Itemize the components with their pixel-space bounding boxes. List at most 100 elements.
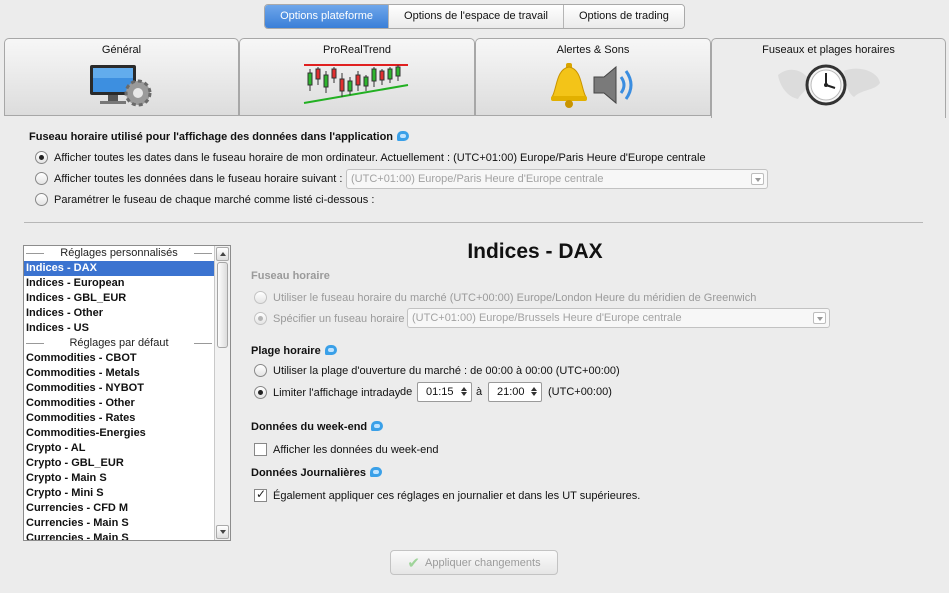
to-label: à bbox=[476, 386, 483, 398]
timezone-option3-label: Paramétrer le fuseau de chaque marché co… bbox=[54, 193, 375, 206]
daily-title-text: Données Journalières bbox=[251, 467, 366, 479]
section-divider bbox=[24, 222, 923, 223]
chevron-down-icon[interactable] bbox=[751, 173, 764, 185]
timezone-option-per-market[interactable]: Paramétrer le fuseau de chaque marché co… bbox=[35, 193, 374, 206]
plage-option-limit[interactable]: Limiter l'affichage intraday bbox=[254, 386, 400, 399]
list-item[interactable]: Indices - DAX bbox=[24, 261, 214, 276]
section-tabs: Général ProRealTrend Alertes & Sons Fuse… bbox=[4, 38, 946, 118]
timezone-option1-label: Afficher toutes les dates dans le fuseau… bbox=[54, 151, 706, 164]
tab-options-plateforme[interactable]: Options plateforme bbox=[265, 5, 389, 28]
list-item[interactable]: Indices - US bbox=[24, 321, 214, 336]
from-time-value: 01:15 bbox=[426, 386, 454, 398]
list-item[interactable]: Commodities-Energies bbox=[24, 426, 214, 441]
info-bubble-icon[interactable] bbox=[324, 345, 337, 355]
weekend-title-text: Données du week-end bbox=[251, 421, 368, 433]
fuseau-option-specify[interactable]: Spécifier un fuseau horaire : bbox=[254, 312, 411, 325]
from-label: de bbox=[400, 386, 413, 398]
tab-general[interactable]: Général bbox=[4, 38, 239, 116]
list-item[interactable]: Indices - GBL_EUR bbox=[24, 291, 214, 306]
scroll-thumb[interactable] bbox=[217, 262, 228, 348]
weekend-option[interactable]: Afficher les données du week-end bbox=[254, 443, 439, 456]
radio-per-market-tz[interactable] bbox=[35, 193, 48, 206]
radio-limit-intraday[interactable] bbox=[254, 386, 267, 399]
stepper-down-icon[interactable] bbox=[460, 391, 469, 399]
info-bubble-icon[interactable] bbox=[397, 131, 410, 141]
fuseau-opt1-label: Utiliser le fuseau horaire du marché (UT… bbox=[273, 291, 757, 304]
info-bubble-icon[interactable] bbox=[371, 421, 384, 431]
monitor-gear-icon bbox=[89, 65, 151, 107]
world-clock-icon bbox=[777, 64, 880, 106]
fuseau-option-market[interactable]: Utiliser le fuseau horaire du marché (UT… bbox=[254, 291, 756, 304]
timezone-option-fixed[interactable]: Afficher toutes les données dans le fuse… bbox=[35, 172, 342, 185]
plage-title-text: Plage horaire bbox=[251, 345, 321, 357]
timezone-title-text: Fuseau horaire utilisé pour l'affichage … bbox=[29, 131, 394, 143]
list-item[interactable]: Commodities - NYBOT bbox=[24, 381, 214, 396]
list-item[interactable]: Commodities - Rates bbox=[24, 411, 214, 426]
market-title: Indices - DAX bbox=[467, 240, 603, 263]
weekend-check-label: Afficher les données du week-end bbox=[273, 443, 439, 456]
timezone-option-computer[interactable]: Afficher toutes les dates dans le fuseau… bbox=[35, 151, 706, 164]
market-timezone-value: (UTC+01:00) Europe/Brussels Heure d'Euro… bbox=[412, 312, 682, 324]
weekend-checkbox[interactable] bbox=[254, 443, 267, 456]
market-list[interactable]: Réglages personnalisés Indices - DAX Ind… bbox=[23, 245, 231, 541]
to-time-stepper[interactable]: 21:00 bbox=[488, 382, 542, 402]
apply-changes-button[interactable]: ✔ Appliquer changements bbox=[390, 550, 558, 575]
info-bubble-icon[interactable] bbox=[369, 467, 382, 477]
fuseau-opt2-label: Spécifier un fuseau horaire : bbox=[273, 312, 411, 325]
bell-speaker-icon bbox=[551, 63, 633, 108]
radio-market-tz[interactable] bbox=[254, 291, 267, 304]
trend-chart-icon bbox=[303, 64, 409, 104]
checkmark-icon: ✔ bbox=[407, 554, 420, 572]
daily-checkbox[interactable] bbox=[254, 487, 267, 502]
radio-market-hours[interactable] bbox=[254, 364, 267, 377]
list-item[interactable]: Currencies - Main S bbox=[24, 531, 214, 540]
scroll-up-icon[interactable] bbox=[216, 247, 229, 261]
fixed-timezone-select[interactable]: (UTC+01:00) Europe/Paris Heure d'Europe … bbox=[346, 169, 768, 189]
list-item[interactable]: Currencies - CFD M bbox=[24, 501, 214, 516]
list-item[interactable]: Crypto - GBL_EUR bbox=[24, 456, 214, 471]
radio-computer-tz[interactable] bbox=[35, 151, 48, 164]
tab-fuseaux-label: Fuseaux et plages horaires bbox=[762, 44, 895, 56]
weekend-section-title: Données du week-end bbox=[251, 421, 384, 433]
radio-specify-tz[interactable] bbox=[254, 312, 267, 325]
list-group-custom: Réglages personnalisés bbox=[24, 246, 214, 261]
daily-section-title: Données Journalières bbox=[251, 467, 382, 479]
tab-alertes-sons[interactable]: Alertes & Sons bbox=[475, 38, 711, 116]
tab-prorealtrend[interactable]: ProRealTrend bbox=[239, 38, 475, 116]
market-timezone-select[interactable]: (UTC+01:00) Europe/Brussels Heure d'Euro… bbox=[407, 308, 830, 328]
tab-general-label: Général bbox=[101, 44, 142, 56]
list-item[interactable]: Currencies - Main S bbox=[24, 516, 214, 531]
plage-opt2-label: Limiter l'affichage intraday bbox=[273, 386, 401, 399]
timezone-section-title: Fuseau horaire utilisé pour l'affichage … bbox=[29, 131, 410, 143]
daily-option[interactable]: Également appliquer ces réglages en jour… bbox=[254, 487, 640, 502]
list-item[interactable]: Commodities - CBOT bbox=[24, 351, 214, 366]
time-tz-suffix: (UTC+00:00) bbox=[548, 386, 612, 398]
from-time-stepper[interactable]: 01:15 bbox=[417, 382, 472, 402]
tab-fuseaux-plages[interactable]: Fuseaux et plages horaires bbox=[711, 38, 946, 118]
tab-prorealtrend-label: ProRealTrend bbox=[322, 44, 392, 56]
tab-alertes-sons-label: Alertes & Sons bbox=[556, 44, 630, 56]
top-tab-bar: Options plateforme Options de l'espace d… bbox=[0, 4, 949, 29]
to-time-value: 21:00 bbox=[497, 386, 525, 398]
scroll-down-icon[interactable] bbox=[216, 525, 229, 539]
list-item[interactable]: Crypto - Mini S bbox=[24, 486, 214, 501]
list-item[interactable]: Commodities - Other bbox=[24, 396, 214, 411]
apply-label: Appliquer changements bbox=[425, 556, 541, 569]
list-item[interactable]: Indices - European bbox=[24, 276, 214, 291]
fuseau-section-title: Fuseau horaire bbox=[251, 270, 330, 282]
tab-options-espace-travail[interactable]: Options de l'espace de travail bbox=[388, 5, 563, 28]
plage-option-market[interactable]: Utiliser la plage d'ouverture du marché … bbox=[254, 364, 620, 377]
stepper-down-icon[interactable] bbox=[530, 391, 539, 399]
tab-options-trading[interactable]: Options de trading bbox=[563, 5, 684, 28]
list-item[interactable]: Commodities - Metals bbox=[24, 366, 214, 381]
list-item[interactable]: Crypto - AL bbox=[24, 441, 214, 456]
list-scrollbar[interactable] bbox=[214, 246, 230, 540]
plage-opt1-label: Utiliser la plage d'ouverture du marché … bbox=[273, 364, 620, 377]
plage-section-title: Plage horaire bbox=[251, 345, 337, 357]
fixed-timezone-value: (UTC+01:00) Europe/Paris Heure d'Europe … bbox=[351, 173, 604, 185]
list-item[interactable]: Indices - Other bbox=[24, 306, 214, 321]
radio-fixed-tz[interactable] bbox=[35, 172, 48, 185]
list-item[interactable]: Crypto - Main S bbox=[24, 471, 214, 486]
chevron-down-icon[interactable] bbox=[813, 312, 826, 324]
timezone-option2-label: Afficher toutes les données dans le fuse… bbox=[54, 172, 343, 185]
